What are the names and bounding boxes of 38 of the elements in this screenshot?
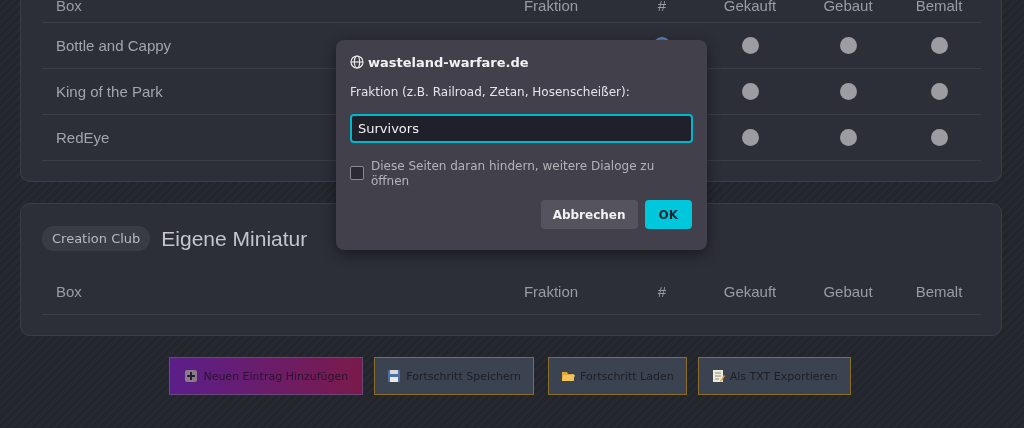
status-dot[interactable] [741,37,759,54]
status-dot[interactable] [930,37,948,54]
table-cell: Bottle and Cappy [56,37,172,54]
prompt-text: Fraktion (z.B. Railroad, Zetan, Hosenscheißer): [350,85,631,99]
ok-button[interactable]: OK [644,200,692,229]
memo-icon [710,369,725,383]
column-header: Box [55,283,83,300]
checkbox-label: Diese Seiten daran hindern, weitere Dialoge zu öffnen [371,159,656,189]
dialog-origin: wasteland-warfare.de [368,54,529,70]
globe-icon [350,55,364,69]
cancel-button[interactable]: Abbrechen [540,200,638,229]
table-cell: King of the Park [56,83,163,100]
status-dot[interactable] [839,37,857,54]
status-dot[interactable] [839,129,857,146]
status-dot[interactable] [930,129,948,146]
column-header: Gebaut [822,283,874,300]
column-header: Gekauft [722,0,778,12]
category-badge: Creation Club [42,226,151,251]
status-dot[interactable] [741,83,759,100]
column-header: # [656,0,668,12]
column-header: Bemalt [914,0,964,12]
status-dot[interactable] [741,129,759,146]
status-dot[interactable] [930,83,948,100]
column-header: Gebaut [822,0,874,12]
column-header: Gekauft [722,283,778,300]
column-header: Fraktion [522,0,580,12]
column-header: Fraktion [522,283,580,300]
plus-icon [184,369,199,383]
action-button[interactable]: Neuen Eintrag Hinzufügen [169,357,364,395]
column-header: Bemalt [914,283,964,300]
table-cell: RedEye [56,129,110,146]
section-title: Eigene Miniatur [161,226,308,251]
status-dot[interactable] [839,83,857,100]
input-field[interactable]: Survivors [350,114,693,143]
checkbox[interactable] [350,166,364,180]
column-header: # [656,283,668,300]
column-header: Box [55,0,83,12]
folder-icon [561,369,576,383]
